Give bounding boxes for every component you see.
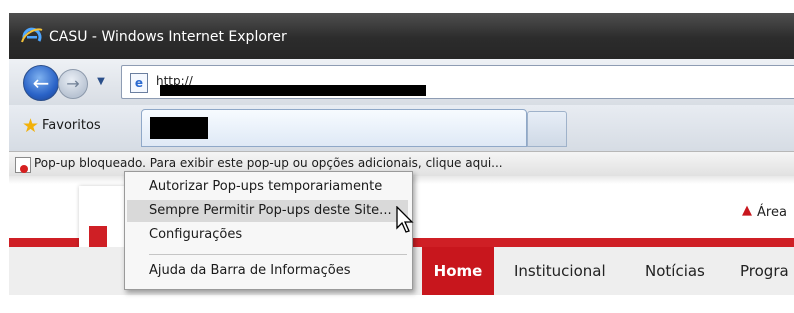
back-arrow-icon: ← [32,71,50,95]
menu-item-help[interactable]: Ajuda da Barra de Informações [127,260,408,282]
recent-pages-dropdown[interactable]: ▼ [95,76,107,88]
back-button[interactable]: ← [23,65,59,101]
menu-item-label: Ajuda da Barra de Informações [149,263,351,278]
menu-item-programas[interactable]: Progra [740,262,789,280]
forward-button[interactable]: → [58,69,88,99]
new-tab-button[interactable] [527,111,567,147]
menu-item-always-allow[interactable]: Sempre Permitir Pop-ups deste Site... [127,200,408,222]
address-bar[interactable]: e http:// [121,65,794,99]
page-icon: e [130,73,148,93]
title-bar: CASU - Windows Internet Explorer [9,13,794,59]
internet-explorer-icon [21,27,43,43]
menu-item-label: Configurações [149,227,243,242]
active-tab[interactable] [141,109,527,147]
chevron-down-icon: ▼ [97,76,105,87]
menu-item-allow-temporarily[interactable]: Autorizar Pop-ups temporariamente [127,176,408,198]
area-link[interactable]: Área [757,205,787,220]
window-title: CASU - Windows Internet Explorer [49,29,287,45]
favorites-bar: ★ Favoritos [9,105,794,151]
redacted-tab-title [150,117,208,139]
star-icon[interactable]: ★ [22,115,39,137]
navigation-bar: ← → ▼ e http:// [9,59,794,105]
information-bar-text[interactable]: Pop-up bloqueado. Para exibir este pop-u… [34,156,503,170]
favorites-button[interactable]: Favoritos [42,118,101,133]
menu-item-home[interactable]: Home [422,247,494,295]
menu-item-institucional[interactable]: Institucional [514,262,606,280]
mouse-cursor-icon [396,206,414,233]
redacted-url [160,85,426,96]
popup-context-menu: Autorizar Pop-ups temporariamente Sempre… [124,171,413,290]
user-icon[interactable]: ▲ [742,204,754,218]
menu-item-label: Autorizar Pop-ups temporariamente [149,179,383,194]
menu-separator [149,254,407,255]
popup-blocked-icon [15,157,31,173]
menu-item-noticias[interactable]: Notícias [645,262,705,280]
menu-item-settings[interactable]: Configurações [127,224,408,246]
forward-arrow-icon: → [66,74,80,93]
menu-item-label: Sempre Permitir Pop-ups deste Site... [149,203,392,218]
logo-red-mark [89,226,107,247]
